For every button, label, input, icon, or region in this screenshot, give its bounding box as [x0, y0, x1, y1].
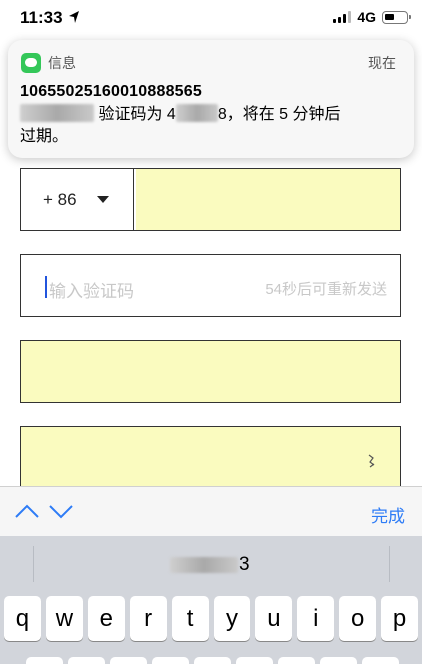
notification-body-part1: 验证码为 4 — [98, 106, 176, 123]
key-p[interactable]: p — [381, 596, 419, 641]
chevron-down-icon[interactable] — [48, 500, 74, 522]
battery-icon — [382, 10, 411, 24]
password-input[interactable] — [20, 340, 401, 403]
suggestion-bar: 3 — [0, 536, 422, 592]
key-d[interactable] — [110, 657, 147, 664]
country-code: + 86 — [43, 189, 77, 209]
phone-input[interactable] — [136, 169, 400, 230]
redacted-suggestion — [170, 557, 238, 573]
message-notification[interactable]: 信息 现在 10655025160010888565 验证码为 4 8，将在 5 … — [8, 40, 414, 158]
notification-body-part2: 8，将在 5 分钟后 — [217, 106, 341, 123]
notification-app-name: 信息 — [48, 55, 76, 71]
notification-sender: 10655025160010888565 — [20, 83, 202, 100]
screen: 11:33 4G + 86 输入验证码 54秒后可重新发送 信息 现在 1065… — [0, 0, 422, 664]
key-r[interactable]: r — [129, 596, 167, 641]
suggestion-divider — [389, 546, 390, 582]
key-u[interactable]: u — [255, 596, 293, 641]
key-w[interactable]: w — [45, 596, 83, 641]
key-s[interactable] — [68, 657, 105, 664]
network-type: 4G — [357, 9, 376, 25]
keyboard: 3 q w e r t y u i o p — [0, 536, 422, 664]
key-l[interactable] — [362, 657, 399, 664]
key-g[interactable] — [194, 657, 231, 664]
key-y[interactable]: y — [213, 596, 251, 641]
visibility-toggle-icon[interactable] — [368, 454, 376, 468]
confirm-password-input[interactable] — [20, 426, 401, 489]
status-time: 11:33 — [20, 8, 63, 27]
resend-countdown: 54秒后可重新发送 — [265, 281, 387, 298]
code-placeholder: 输入验证码 — [49, 282, 134, 301]
notification-body: 验证码为 4 8，将在 5 分钟后 过期。 — [20, 104, 404, 148]
country-code-selector[interactable]: + 86 — [21, 169, 134, 230]
redacted-code — [175, 104, 218, 122]
suggestion-suffix: 3 — [239, 554, 250, 575]
signal-icon — [333, 11, 352, 23]
status-right: 4G — [333, 9, 411, 25]
key-e[interactable]: e — [87, 596, 125, 641]
verification-code-field[interactable]: 输入验证码 54秒后可重新发送 — [20, 254, 401, 317]
text-caret — [45, 276, 47, 298]
key-k[interactable] — [320, 657, 357, 664]
key-j[interactable] — [278, 657, 315, 664]
key-o[interactable]: o — [339, 596, 377, 641]
chevron-up-icon[interactable] — [14, 500, 40, 522]
messages-app-icon — [21, 53, 41, 73]
dropdown-triangle-icon — [96, 196, 109, 203]
code-suggestion[interactable]: 3 — [170, 554, 250, 576]
key-f[interactable] — [152, 657, 189, 664]
key-a[interactable] — [26, 657, 63, 664]
done-button[interactable]: 完成 — [371, 502, 405, 527]
redacted-text — [20, 104, 94, 122]
keyboard-accessory-bar: 完成 — [0, 486, 422, 536]
notification-body-line2: 过期。 — [20, 128, 69, 145]
key-h[interactable] — [236, 657, 273, 664]
location-arrow-icon — [69, 11, 79, 23]
key-q[interactable]: q — [4, 596, 41, 641]
phone-number-row: + 86 — [20, 168, 401, 231]
suggestion-divider — [33, 546, 34, 582]
status-bar: 11:33 4G — [0, 0, 422, 34]
key-t[interactable]: t — [171, 596, 209, 641]
notification-time: 现在 — [368, 55, 396, 71]
key-i[interactable]: i — [297, 596, 335, 641]
keyboard-row-1: q w e r t y u i o p — [4, 596, 419, 641]
